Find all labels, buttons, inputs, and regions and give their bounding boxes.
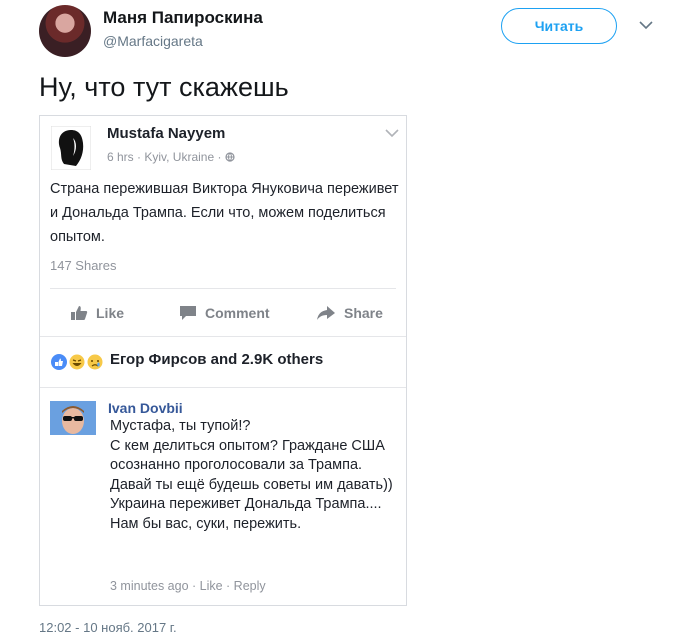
divider [50,288,396,289]
reactions-bar: Егор Фирсов and 2.9K others [40,336,406,388]
chevron-down-icon [385,129,399,138]
tweet-timestamp[interactable]: 12:02 - 10 нояб. 2017 г. [39,620,177,635]
share-icon [317,306,335,320]
tweet-text: Ну, что тут скажешь [39,72,289,102]
comment-meta: 3 minutes ago · Like · Reply [110,579,266,593]
reactions-summary: Егор Фирсов and 2.9K others [110,351,324,368]
post-meta-text: 6 hrs · Kyiv, Ukraine · [107,150,225,164]
reaction-icons [51,353,104,371]
chevron-down-icon[interactable] [637,16,655,34]
follow-button[interactable]: Читать [501,8,617,44]
shares-count: 147 Shares [50,258,117,273]
commenter-avatar [50,401,96,435]
embedded-facebook-screenshot[interactable]: Mustafa Nayyem 6 hrs · Kyiv, Ukraine · С… [39,115,407,606]
comment-icon [180,306,196,320]
author-name[interactable]: Маня Папироскина [103,8,263,28]
comment-text: Мустафа, ты тупой!? С кем делиться опыто… [110,418,393,532]
like-action: Like [70,305,124,321]
profile-avatar [51,126,91,170]
thumbs-up-icon [71,306,88,320]
post-text: Страна пережившая Виктора Януковича пере… [50,181,399,245]
commenter-name: Ivan Dovbii [108,400,183,416]
like-label: Like [96,305,125,321]
comment-action: Comment [179,305,270,321]
post-author: Mustafa Nayyem [107,125,226,142]
post-meta: 6 hrs · Kyiv, Ukraine · [107,150,235,164]
post-actions: Like Comment Share [40,300,406,330]
author-handle[interactable]: @Marfacigareta [103,33,203,49]
share-label: Share [344,305,383,321]
comment-label: Comment [205,305,270,321]
share-action: Share [316,305,383,321]
globe-icon [225,152,235,162]
author-avatar[interactable] [39,5,91,57]
